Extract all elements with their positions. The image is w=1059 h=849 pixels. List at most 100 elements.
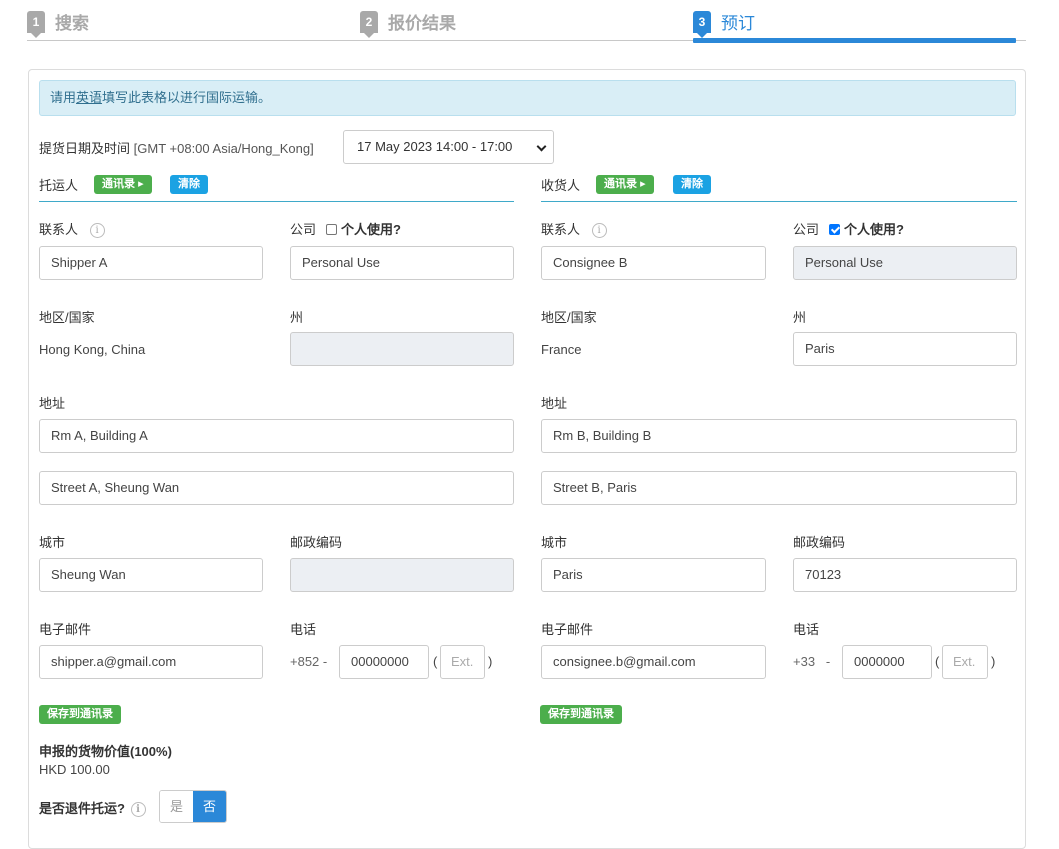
step-label: 搜索 [55,14,89,33]
shipper-address-label: 地址 [39,396,66,411]
step-label: 预订 [721,14,755,33]
step-booking[interactable]: 3 预订 [693,9,755,38]
pickup-timezone: [GMT +08:00 Asia/Hong_Kong] [133,141,314,156]
declared-value-label: 申报的货物价值(100%) [39,744,172,759]
return-shipment-label: 是否退件托运? i [39,798,146,818]
consignee-city-input[interactable]: Paris [541,558,766,592]
address-book-label: 通讯录 [604,178,637,190]
shipper-email-input[interactable]: shipper.a@gmail.com [39,645,263,679]
pickup-datetime-select[interactable]: 17 May 2023 14:00 - 17:00 [343,130,554,164]
step-number: 1 [27,10,45,38]
step-quote-results[interactable]: 2 报价结果 [360,9,456,38]
shipper-personal-checkbox[interactable] [326,224,338,236]
shipper-address1-input[interactable]: Rm A, Building A [39,419,514,453]
consignee-address-book-button[interactable]: 通讯录 ▸ [596,175,654,194]
consignee-email-label: 电子邮件 [541,622,594,637]
notice-english-link[interactable]: 英语 [76,90,102,105]
consignee-company-input[interactable]: Personal Use [793,246,1017,280]
shipper-title: 托运人 [39,178,79,193]
contact-label-text: 联系人 [541,222,581,237]
consignee-address2-input[interactable]: Street B, Paris [541,471,1017,505]
consignee-ext-input[interactable]: Ext. [942,645,988,679]
consignee-address1-input[interactable]: Rm B, Building B [541,419,1017,453]
shipper-address-book-button[interactable]: 通讯录 ▸ [94,175,152,194]
shipper-postal-input[interactable] [290,558,514,592]
shipper-phone-label: 电话 [290,622,317,637]
return-shipment-toggle[interactable]: 是 否 [159,790,227,823]
shipper-company-label: 公司 个人使用? [290,219,401,238]
consignee-phone-input[interactable]: 0000000 [842,645,932,679]
save-label: 保存到通讯录 [540,705,622,724]
consignee-address-label: 地址 [541,396,568,411]
step-label: 报价结果 [388,14,456,33]
info-icon[interactable]: i [89,223,105,239]
caret-right-icon: ▸ [640,178,646,190]
shipper-save-address-button[interactable]: 保存到通讯录 [39,705,121,724]
shipper-city-label: 城市 [39,535,66,550]
return-no-option[interactable]: 否 [193,791,226,822]
shipper-address2-input[interactable]: Street A, Sheung Wan [39,471,514,505]
personal-use-label: 个人使用? [341,222,401,237]
pickup-label-text: 提货日期及时间 [39,141,131,156]
clear-label: 清除 [170,175,208,194]
pickup-selected-value: 17 May 2023 14:00 - 17:00 [357,139,513,154]
consignee-company-label: 公司 个人使用? [793,219,904,238]
consignee-phone-label: 电话 [793,622,820,637]
contact-label-text: 联系人 [39,222,79,237]
consignee-postal-label: 邮政编码 [793,535,846,550]
chevron-down-icon [536,141,547,152]
english-notice: 请用英语填写此表格以进行国际运输。 [39,80,1016,116]
info-icon[interactable]: i [130,802,146,818]
shipper-divider [39,201,514,202]
company-label-text: 公司 [793,222,820,237]
notice-suffix: 填写此表格以进行国际运输。 [102,90,272,105]
phone-code-text: +33 [793,654,816,669]
step-number: 2 [360,10,378,38]
consignee-save-address-button[interactable]: 保存到通讯录 [540,705,622,724]
step-number: 3 [693,10,711,38]
pickup-label: 提货日期及时间 [GMT +08:00 Asia/Hong_Kong] [39,138,314,157]
shipper-ext-input[interactable]: Ext. [440,645,485,679]
consignee-contact-input[interactable]: Consignee B [541,246,766,280]
personal-use-label: 个人使用? [844,222,904,237]
save-label: 保存到通讯录 [39,705,121,724]
consignee-postal-input[interactable]: 70123 [793,558,1017,592]
consignee-state-label: 州 [793,310,807,325]
clear-label: 清除 [673,175,711,194]
shipper-state-label: 州 [290,310,304,325]
consignee-country-label: 地区/国家 [541,310,597,325]
step-search[interactable]: 1 搜索 [27,9,89,38]
shipper-company-input[interactable]: Personal Use [290,246,514,280]
shipper-clear-button[interactable]: 清除 [170,175,208,194]
shipper-country-value: Hong Kong, China [39,342,146,357]
return-label-text: 是否退件托运? [39,801,125,816]
progress-steps: 1 搜索 2 报价结果 3 预订 [27,0,1026,44]
consignee-contact-label: 联系人 i [541,219,607,239]
return-yes-option[interactable]: 是 [160,791,193,822]
consignee-personal-checkbox[interactable] [829,224,841,236]
address-book-label: 通讯录 [102,178,135,190]
shipper-phone-input[interactable]: 00000000 [339,645,429,679]
phone-code-text: +852 [290,654,320,669]
consignee-country-value: France [541,342,582,357]
consignee-phone-code: +33 - [793,654,831,669]
shipper-city-input[interactable]: Sheung Wan [39,558,263,592]
shipper-postal-label: 邮政编码 [290,535,343,550]
consignee-state-input[interactable]: Paris [793,332,1017,366]
consignee-clear-button[interactable]: 清除 [673,175,711,194]
consignee-city-label: 城市 [541,535,568,550]
shipper-country-label: 地区/国家 [39,310,95,325]
shipper-state-input[interactable] [290,332,514,366]
info-icon[interactable]: i [591,223,607,239]
caret-right-icon: ▸ [138,178,144,190]
shipper-email-label: 电子邮件 [39,622,92,637]
declared-value: HKD 100.00 [39,762,110,777]
consignee-email-input[interactable]: consignee.b@gmail.com [541,645,766,679]
shipper-phone-code: +852 - [290,654,328,669]
company-label-text: 公司 [290,222,317,237]
shipper-contact-input[interactable]: Shipper A [39,246,263,280]
consignee-title: 收货人 [541,178,581,193]
consignee-divider [541,201,1017,202]
steps-active-indicator [693,38,1016,43]
paren-close: ) [488,654,493,669]
